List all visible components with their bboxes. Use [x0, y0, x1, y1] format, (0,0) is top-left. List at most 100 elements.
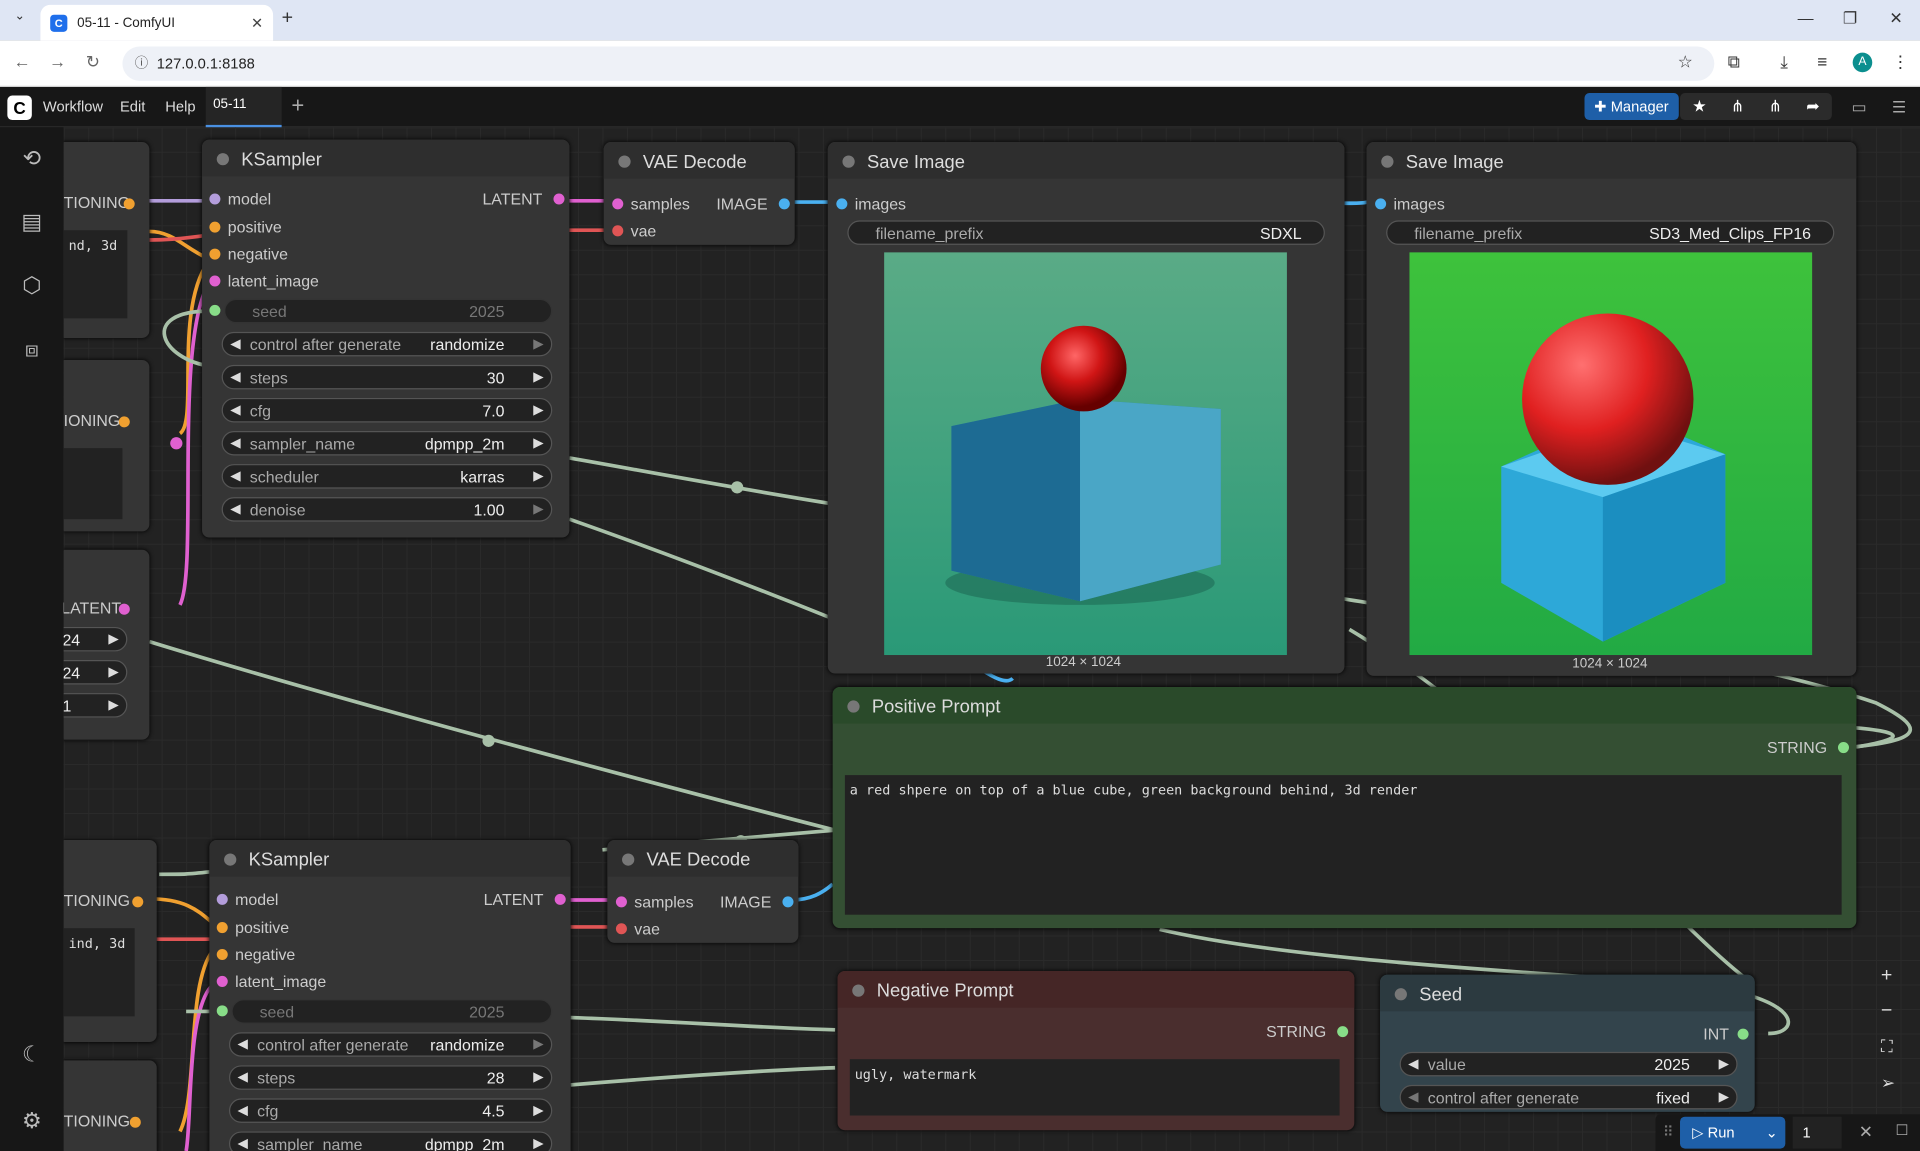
- ksampler-node-1[interactable]: KSampler model positive negative latent_…: [202, 139, 570, 538]
- preview-image-2[interactable]: [1409, 252, 1813, 656]
- restore-icon[interactable]: ❐: [1843, 9, 1857, 29]
- steps-widget[interactable]: ◀ steps 28 ▶: [228, 1065, 553, 1090]
- new-workflow-icon[interactable]: +: [291, 93, 304, 119]
- reload-icon[interactable]: ↻: [86, 51, 100, 72]
- width-widget[interactable]: 24 ▶: [63, 626, 128, 652]
- clip-text-partial[interactable]: nd, 3d: [63, 230, 128, 319]
- tab-list-dropdown-icon[interactable]: ⌄: [7, 10, 31, 32]
- model-input-slot[interactable]: [209, 193, 221, 205]
- seed-widget[interactable]: seed 2025: [224, 298, 553, 324]
- batch-size-widget[interactable]: 1▶: [63, 693, 128, 718]
- seed-control-widget[interactable]: ◀ control after generate fixed ▶: [1399, 1084, 1738, 1110]
- int-output-slot[interactable]: [1737, 1028, 1749, 1040]
- url-input[interactable]: ⓘ 127.0.0.1:8188: [122, 46, 1715, 81]
- left-partial-node-4[interactable]: TIONING: [63, 1060, 157, 1151]
- left-partial-node-2[interactable]: IONING: [63, 360, 150, 532]
- node-header[interactable]: Negative Prompt: [837, 971, 1355, 1008]
- batch-count-input[interactable]: 1: [1792, 1116, 1842, 1149]
- seed-value-widget[interactable]: ◀ value 2025 ▶: [1399, 1051, 1738, 1077]
- negative-input-slot[interactable]: [209, 248, 221, 260]
- latent-image-input-slot[interactable]: [216, 975, 228, 987]
- positive-prompt-node[interactable]: Positive Prompt STRING a red shpere on t…: [832, 686, 1857, 929]
- conditioning-output-slot-3[interactable]: [132, 896, 144, 908]
- new-tab-icon[interactable]: +: [282, 7, 293, 29]
- ksampler-node-2[interactable]: KSampler model positive negative latent_…: [209, 840, 571, 1151]
- node-graph-canvas[interactable]: TIONING nd, 3d IONING LATENT 24▶ 24▶ 1▶ …: [63, 127, 1920, 1151]
- node-header[interactable]: VAE Decode: [603, 142, 795, 179]
- string-output-slot[interactable]: [1837, 742, 1849, 754]
- empty-latent-partial[interactable]: LATENT 24▶ 24▶ 1▶: [63, 549, 150, 740]
- height-widget[interactable]: 24 ▶: [63, 660, 128, 685]
- cfg-widget[interactable]: ◀ cfg 4.5 ▶: [228, 1098, 553, 1123]
- negative-prompt-node[interactable]: Negative Prompt STRING ugly, watermark: [837, 971, 1355, 1131]
- collapse-dot-icon[interactable]: [842, 155, 855, 168]
- collapse-dot-icon[interactable]: [852, 984, 865, 997]
- clip-text-partial-3[interactable]: ind, 3d: [63, 928, 135, 1017]
- latent-image-input-slot[interactable]: [209, 275, 221, 287]
- collapse-dot-icon[interactable]: [622, 853, 635, 866]
- filename-prefix-widget[interactable]: filename_prefix SD3_Med_Clips_FP16: [1386, 220, 1835, 245]
- theme-moon-icon[interactable]: ☾: [18, 1041, 45, 1068]
- images-input-slot[interactable]: [1375, 198, 1387, 210]
- sampler-name-widget[interactable]: ◀ sampler_name dpmpp_2m ▶: [221, 431, 553, 456]
- queue-icon[interactable]: ▤: [18, 208, 45, 235]
- control-after-generate-widget[interactable]: ◀ control after generate randomize ▶: [228, 1032, 553, 1057]
- workflow-tab[interactable]: 05-11: [205, 86, 282, 128]
- drag-handle-icon[interactable]: ⠿: [1663, 1123, 1674, 1140]
- forward-icon[interactable]: →: [49, 51, 66, 71]
- steps-widget[interactable]: ◀ steps 30 ▶: [221, 364, 553, 390]
- menu-workflow[interactable]: Workflow: [43, 98, 103, 115]
- model-input-slot[interactable]: [216, 893, 228, 905]
- workflows-folder-icon[interactable]: ⧈: [18, 336, 45, 363]
- image-output-slot[interactable]: [782, 896, 794, 908]
- settings-gear-icon[interactable]: ⚙: [18, 1107, 45, 1134]
- vae-input-slot[interactable]: [615, 923, 627, 935]
- cancel-icon[interactable]: ✕: [1859, 1122, 1873, 1143]
- seed-widget[interactable]: seed 2025: [231, 999, 553, 1024]
- positive-input-slot[interactable]: [216, 922, 228, 934]
- latent-output-slot[interactable]: [553, 193, 565, 205]
- latent-output-slot[interactable]: [554, 893, 566, 905]
- negative-prompt-textarea[interactable]: ugly, watermark: [849, 1059, 1340, 1116]
- seed-input-slot[interactable]: [216, 1005, 228, 1017]
- fit-view-icon[interactable]: ⛶: [1881, 1036, 1893, 1057]
- samples-input-slot[interactable]: [612, 198, 624, 210]
- control-after-generate-widget[interactable]: ◀ control after generate randomize ▶: [221, 331, 553, 357]
- seed-node[interactable]: Seed INT ◀ value 2025 ▶ ◀ control after gene…: [1380, 974, 1755, 1112]
- node-header[interactable]: Positive Prompt: [832, 686, 1857, 724]
- extensions-icon[interactable]: ⧉: [1728, 51, 1740, 72]
- menu-edit[interactable]: Edit: [120, 98, 145, 115]
- positive-prompt-textarea[interactable]: a red shpere on top of a blue cube, gree…: [844, 775, 1842, 915]
- star-icon[interactable]: ★: [1692, 97, 1706, 117]
- preview-image-1[interactable]: [884, 252, 1287, 656]
- node-header[interactable]: Save Image: [827, 142, 1345, 179]
- hamburger-menu-icon[interactable]: ☰: [1892, 98, 1906, 118]
- node-header[interactable]: KSampler: [202, 139, 570, 177]
- clip-text-partial-2[interactable]: [63, 448, 123, 520]
- zoom-out-icon[interactable]: −: [1881, 1000, 1892, 1022]
- vae-decode-node-1[interactable]: VAE Decode samples vae IMAGE: [603, 142, 795, 245]
- latent-output-slot[interactable]: [118, 603, 130, 615]
- node-header[interactable]: VAE Decode: [607, 840, 799, 877]
- panel-toggle-icon[interactable]: ▭: [1851, 98, 1866, 118]
- collapse-dot-icon[interactable]: [224, 853, 237, 866]
- string-output-slot[interactable]: [1337, 1026, 1349, 1038]
- navigate-icon[interactable]: ➢: [1881, 1073, 1895, 1094]
- samples-input-slot[interactable]: [615, 896, 627, 908]
- negative-input-slot[interactable]: [216, 948, 228, 961]
- share-icon[interactable]: ➦: [1806, 97, 1819, 117]
- collapse-dot-icon[interactable]: [1381, 155, 1394, 168]
- positive-input-slot[interactable]: [209, 221, 221, 233]
- site-info-icon[interactable]: ⓘ: [135, 47, 148, 81]
- save-image-node-2[interactable]: Save Image images filename_prefix SD3_Med…: [1366, 142, 1857, 676]
- cfg-widget[interactable]: ◀ cfg 7.0 ▶: [221, 397, 553, 423]
- comfyui-logo-icon[interactable]: C: [7, 95, 32, 121]
- close-tab-icon[interactable]: ✕: [251, 14, 263, 31]
- node-header[interactable]: Seed: [1380, 974, 1755, 1012]
- model-library-icon[interactable]: ⬡: [18, 272, 45, 299]
- node-a-icon[interactable]: ⋔: [1731, 97, 1744, 117]
- node-header[interactable]: Save Image: [1366, 142, 1857, 179]
- bookmark-star-icon[interactable]: ☆: [1678, 51, 1693, 72]
- node-header[interactable]: KSampler: [209, 840, 571, 877]
- seed-input-slot[interactable]: [209, 304, 221, 316]
